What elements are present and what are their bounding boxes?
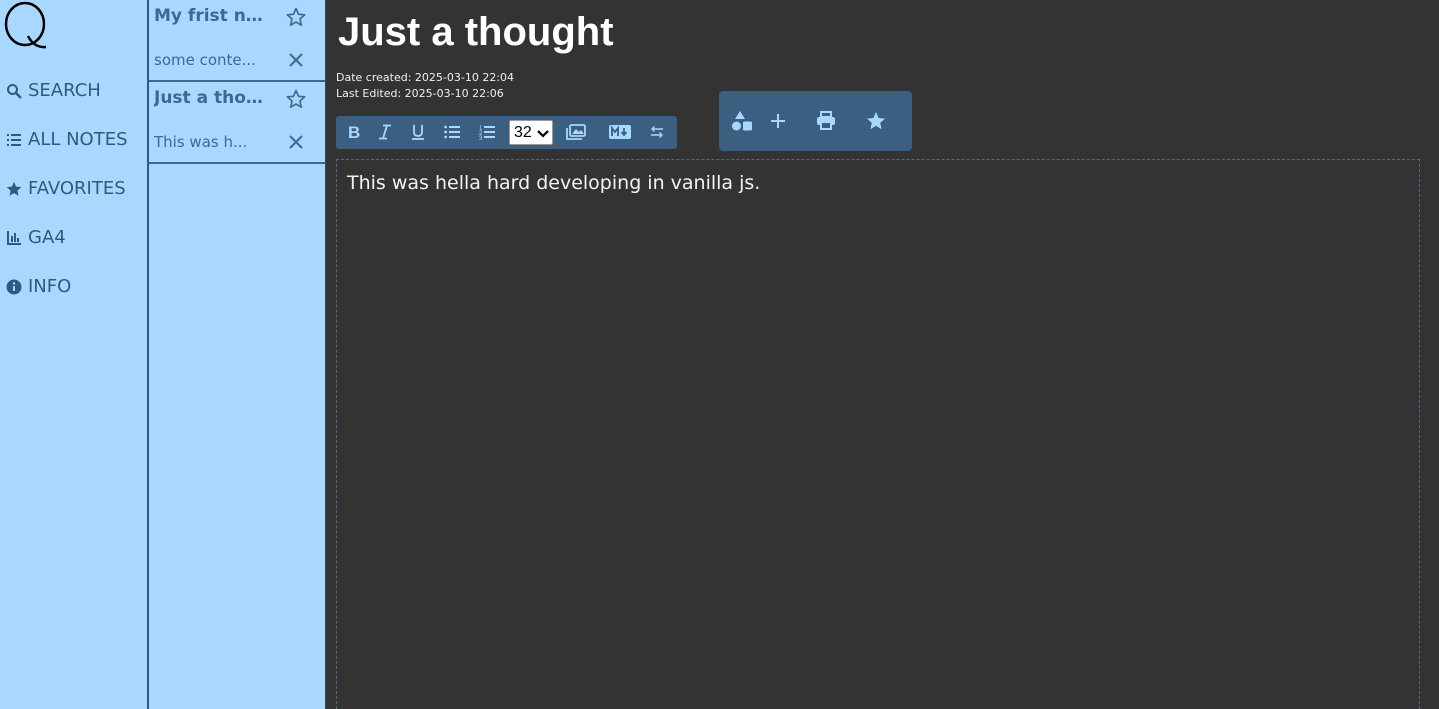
numbered-list-button[interactable]: 123 [476, 122, 498, 142]
nav-item-label: SEARCH [28, 80, 101, 101]
note-editor[interactable]: This was hella hard developing in vanill… [336, 159, 1420, 709]
note-title[interactable]: My frist n... [154, 6, 264, 26]
font-size-select[interactable]: 32 [509, 120, 553, 145]
underline-button[interactable] [407, 122, 429, 142]
bullet-list-icon [444, 125, 460, 139]
nav-item-favorites[interactable]: FAVORITES [6, 178, 126, 199]
insert-image-button[interactable] [565, 122, 587, 142]
markdown-icon [609, 125, 631, 139]
note-preview[interactable]: This was h... [154, 133, 264, 151]
add-note-button[interactable] [765, 108, 791, 134]
note-body[interactable]: This was hella hard developing in vanill… [347, 172, 760, 194]
bullet-list-button[interactable] [441, 122, 463, 142]
note-preview[interactable]: some conte... [154, 51, 264, 69]
italic-icon [379, 124, 391, 140]
note-item[interactable]: Just a tho... This was h... [149, 82, 325, 164]
bold-button[interactable]: B [343, 122, 365, 142]
app-logo[interactable] [4, 0, 48, 52]
main-panel: Just a thought Date created: 2025-03-10 … [325, 0, 1439, 709]
note-actions-panel [719, 91, 912, 151]
list-icon [7, 133, 21, 146]
font-size-value: 32 [514, 123, 532, 141]
nav-item-all-notes[interactable]: ALL NOTES [6, 129, 128, 150]
shapes-icon [732, 111, 752, 131]
nav-item-label: INFO [28, 276, 72, 297]
plus-icon [771, 114, 785, 128]
numbered-list-icon: 123 [479, 126, 495, 140]
nav-item-search[interactable]: SEARCH [6, 80, 101, 101]
italic-button[interactable] [374, 122, 396, 142]
print-icon [817, 111, 835, 130]
image-icon [566, 124, 586, 140]
last-edited: Last Edited: 2025-03-10 22:06 [336, 87, 504, 100]
markdown-button[interactable] [609, 122, 631, 142]
svg-text:B: B [348, 124, 360, 140]
notes-list: My frist n... some conte... Just a tho..… [149, 0, 325, 709]
nav-sidebar: SEARCH ALL NOTES FAVORITES GA4 INFO [0, 0, 149, 709]
search-icon [7, 83, 22, 99]
note-title[interactable]: Just a tho... [154, 88, 264, 108]
chevron-down-icon [537, 130, 549, 138]
nav-item-ga4[interactable]: GA4 [6, 227, 66, 248]
bold-icon: B [348, 124, 360, 140]
favorite-button[interactable] [863, 108, 889, 134]
star-outline-icon[interactable] [286, 7, 306, 27]
bar-chart-icon [7, 230, 21, 245]
nav-item-label: FAVORITES [28, 178, 126, 199]
print-button[interactable] [813, 108, 839, 134]
svg-text:3: 3 [479, 136, 483, 140]
star-icon [6, 181, 22, 196]
note-item[interactable]: My frist n... some conte... [149, 0, 325, 82]
nav-item-label: GA4 [28, 227, 66, 248]
star-icon [867, 112, 885, 130]
date-created: Date created: 2025-03-10 22:04 [336, 71, 515, 84]
note-title-heading[interactable]: Just a thought [338, 10, 614, 55]
close-icon[interactable] [288, 134, 304, 150]
star-outline-icon[interactable] [286, 89, 306, 109]
swap-arrows-icon [651, 126, 663, 138]
close-icon[interactable] [288, 52, 304, 68]
info-icon [6, 279, 22, 294]
nav-item-label: ALL NOTES [28, 129, 128, 150]
underline-icon [412, 125, 424, 140]
swap-button[interactable] [646, 122, 668, 142]
formatting-toolbar: B 123 32 [336, 116, 677, 149]
nav-item-info[interactable]: INFO [6, 276, 71, 297]
shapes-button[interactable] [729, 108, 755, 134]
